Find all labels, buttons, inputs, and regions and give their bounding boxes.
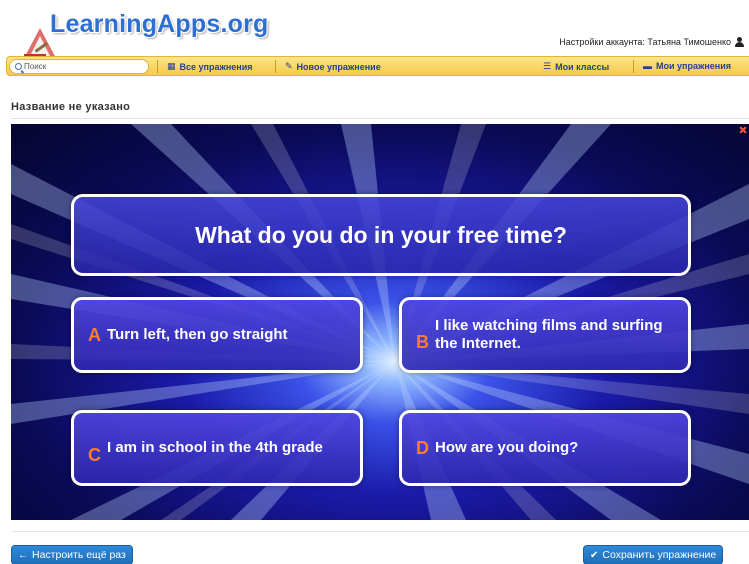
close-icon[interactable] xyxy=(739,126,747,134)
logo-text: LearningApps.org xyxy=(50,10,269,38)
account-label: Настройки аккаунта: Татьяна Тимошенко xyxy=(559,37,731,47)
nav-separator xyxy=(275,60,276,73)
reconfigure-button-label: Настроить ещё раз xyxy=(32,549,126,561)
quiz-game-area: What do you do in your free time? A Turn… xyxy=(11,124,749,520)
answer-text: How are you doing? xyxy=(435,439,579,456)
nav-new-exercise-label: Новое упражнение xyxy=(296,61,381,72)
nav-separator xyxy=(157,60,158,73)
answer-letter: A xyxy=(88,324,101,345)
grid-icon: ▦ xyxy=(167,61,176,71)
save-button-label: Сохранить упражнение xyxy=(602,549,717,561)
answer-text: I like watching films and surfing the In… xyxy=(435,317,663,352)
answer-letter: C xyxy=(88,444,101,465)
question-text: What do you do in your free time? xyxy=(195,221,567,248)
account-settings[interactable]: Настройки аккаунта: Татьяна Тимошенко xyxy=(559,37,744,47)
navbar: ▦ Все упражнения ✎ Новое упражнение ☰ Мо… xyxy=(6,56,749,76)
search-input[interactable] xyxy=(24,62,134,71)
nav-my-classes[interactable]: ☰ Мои классы xyxy=(543,61,609,72)
answer-text: I am in school in the 4th grade xyxy=(107,439,323,456)
folder-icon: ▬ xyxy=(643,61,652,71)
answer-option-c[interactable]: C I am in school in the 4th grade xyxy=(71,410,363,486)
nav-new-exercise[interactable]: ✎ Новое упражнение xyxy=(285,61,381,72)
arrow-left-icon: ← xyxy=(18,549,28,561)
nav-all-exercises-label: Все упражнения xyxy=(179,61,253,72)
nav-my-exercises[interactable]: ▬ Мои упражнения xyxy=(643,61,731,71)
check-icon: ✔ xyxy=(590,549,599,561)
nav-my-classes-label: Мои классы xyxy=(555,61,610,72)
search-box[interactable] xyxy=(9,59,149,74)
pencil-icon: ✎ xyxy=(285,61,293,71)
question-box: What do you do in your free time? xyxy=(71,194,691,276)
divider xyxy=(11,531,749,532)
reconfigure-button[interactable]: ← Настроить ещё раз xyxy=(11,545,133,564)
header: LearningApps.org Настройки аккаунта: Тат… xyxy=(0,0,749,78)
user-icon xyxy=(735,37,744,47)
save-button[interactable]: ✔ Сохранить упражнение xyxy=(583,545,724,564)
list-icon: ☰ xyxy=(543,61,552,71)
answer-option-b[interactable]: B I like watching films and surfing the … xyxy=(399,297,691,373)
search-icon xyxy=(15,63,22,70)
answer-text: Turn left, then go straight xyxy=(107,326,288,343)
nav-all-exercises[interactable]: ▦ Все упражнения xyxy=(167,61,253,72)
logo[interactable]: LearningApps.org xyxy=(14,6,268,62)
nav-separator xyxy=(633,60,634,73)
answer-option-a[interactable]: A Turn left, then go straight xyxy=(71,297,363,373)
nav-my-exercises-label: Мои упражнения xyxy=(656,61,732,71)
divider xyxy=(11,118,749,119)
answer-option-d[interactable]: D How are you doing? xyxy=(399,410,691,486)
answer-letter: B xyxy=(416,331,429,352)
page-title: Название не указано xyxy=(11,101,131,113)
answer-letter: D xyxy=(416,437,429,458)
